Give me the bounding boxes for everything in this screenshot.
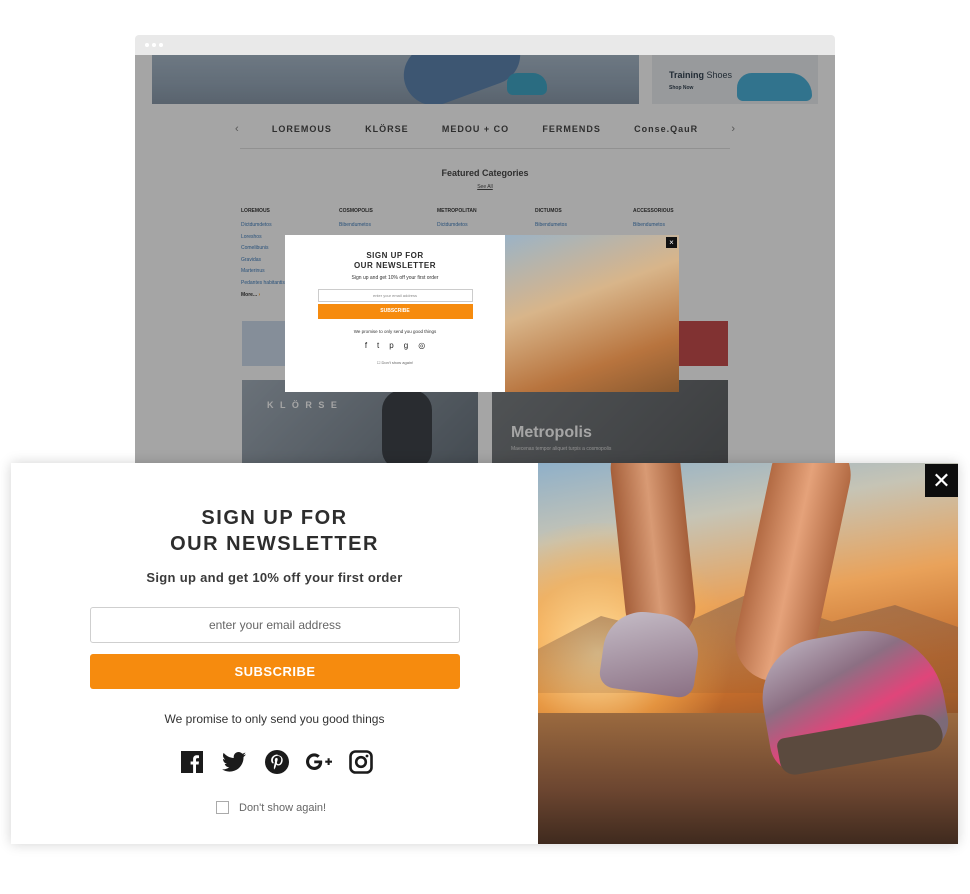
facebook-icon: f xyxy=(364,341,368,350)
window-dots xyxy=(145,43,163,47)
popup-hero-image: ✕ xyxy=(538,463,958,844)
mini-social-icons: f t p g ◎ xyxy=(285,341,505,350)
facebook-icon[interactable] xyxy=(179,749,205,775)
subscribe-button[interactable]: SUBSCRIBE xyxy=(90,654,460,689)
mini-popup-image: × xyxy=(505,235,679,392)
mini-promise-text: We promise to only send you good things xyxy=(353,329,437,334)
pinterest-icon[interactable] xyxy=(264,749,290,775)
mini-popup-title: SIGN UP FOR OUR NEWSLETTER xyxy=(353,251,437,270)
newsletter-popup: SIGN UP FOR OUR NEWSLETTER Sign up and g… xyxy=(11,463,958,844)
close-icon: × xyxy=(666,237,677,248)
twitter-icon: t xyxy=(377,341,380,350)
social-links xyxy=(179,749,374,775)
popup-title-line2: OUR NEWSLETTER xyxy=(170,533,379,555)
email-input[interactable] xyxy=(90,607,460,643)
twitter-icon[interactable] xyxy=(221,749,247,775)
mini-popup-form: SIGN UP FOR OUR NEWSLETTER Sign up and g… xyxy=(285,235,505,392)
mini-email-field: enter your email address xyxy=(317,289,473,302)
promise-text: We promise to only send you good things xyxy=(164,712,385,726)
pinterest-icon: p xyxy=(389,341,394,350)
mini-popup-subtitle: Sign up and get 10% off your first order xyxy=(351,275,439,281)
popup-subtitle: Sign up and get 10% off your first order xyxy=(146,570,403,585)
mini-subscribe-button: SUBSCRIBE xyxy=(317,304,473,319)
background-site: Training Shoes Shop Now ‹ LOREMOUS KLÖRS… xyxy=(135,35,835,465)
instagram-icon: ◎ xyxy=(418,341,426,350)
mini-dont-show-checkbox: ☐ Don't show again! xyxy=(376,360,414,365)
dont-show-checkbox[interactable]: Don't show again! xyxy=(216,801,326,814)
mini-newsletter-popup: SIGN UP FOR OUR NEWSLETTER Sign up and g… xyxy=(285,235,679,392)
browser-bar xyxy=(135,35,835,55)
google-plus-icon[interactable] xyxy=(305,749,332,775)
checkbox-box[interactable] xyxy=(216,801,229,814)
popup-title: SIGN UP FOR OUR NEWSLETTER xyxy=(11,505,538,557)
stage: Training Shoes Shop Now ‹ LOREMOUS KLÖRS… xyxy=(0,0,970,894)
popup-title-line1: SIGN UP FOR xyxy=(201,507,348,529)
newsletter-form: SIGN UP FOR OUR NEWSLETTER Sign up and g… xyxy=(11,463,538,844)
checkbox-label: Don't show again! xyxy=(239,801,327,814)
instagram-icon[interactable] xyxy=(348,749,374,775)
close-icon[interactable]: ✕ xyxy=(925,464,958,497)
google-plus-icon: g xyxy=(403,341,409,350)
